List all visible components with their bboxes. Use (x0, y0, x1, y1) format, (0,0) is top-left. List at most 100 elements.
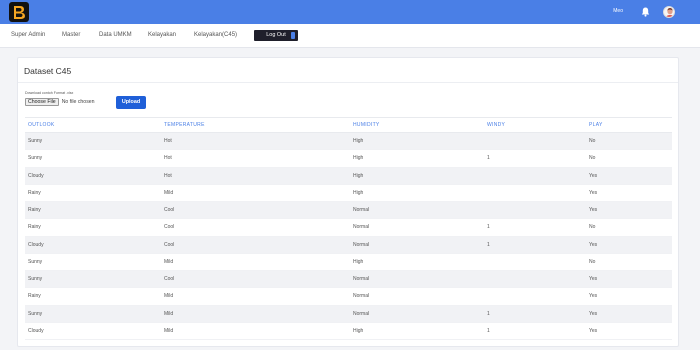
cell-windy: 1 (484, 236, 586, 254)
cell-temperature: Hot (161, 132, 350, 151)
table-row: Sunny Mild High No (25, 253, 672, 272)
cell-humidity: Normal (350, 305, 484, 323)
cell-outlook: Rainy (25, 201, 161, 220)
cell-temperature: Mild (161, 322, 350, 341)
table-row: Rainy Mild Normal Yes (25, 287, 672, 306)
cell-play: No (586, 132, 672, 151)
table-row: Cloudy Cool Normal 1 Yes (25, 236, 672, 254)
cell-temperature: Cool (161, 218, 350, 237)
cell-play: Yes (586, 270, 672, 289)
column-header-temperature: TEMPERATURE (161, 117, 350, 133)
dataset-table: OUTLOOK TEMPERATURE HUMIDITY WINDY PLAY … (25, 117, 672, 341)
cell-play: Yes (586, 201, 672, 220)
logout-label: Log Out (266, 32, 286, 38)
cell-humidity: High (350, 184, 484, 203)
nav-item-master[interactable]: Master (62, 32, 80, 38)
cell-outlook: Rainy (25, 287, 161, 306)
choose-file-button[interactable]: Choose File (25, 98, 59, 106)
cell-windy (484, 184, 586, 203)
nav-item-super-admin[interactable]: Super Admin (11, 32, 45, 38)
cell-outlook: Sunny (25, 132, 161, 151)
table-row: Cloudy Hot High Yes (25, 167, 672, 185)
cell-temperature: Cool (161, 201, 350, 220)
cell-humidity: Normal (350, 236, 484, 254)
cell-temperature: Cool (161, 270, 350, 289)
table-row: Cloudy Mild High 1 Yes (25, 322, 672, 341)
cell-windy (484, 132, 586, 151)
cell-play: No (586, 253, 672, 272)
cell-play: Yes (586, 287, 672, 306)
cell-windy (484, 287, 586, 306)
cell-outlook: Cloudy (25, 167, 161, 185)
cell-windy: 1 (484, 322, 586, 341)
cell-temperature: Mild (161, 253, 350, 272)
table-row: Rainy Cool Normal Yes (25, 201, 672, 220)
download-format-link[interactable]: Download contoh Format .xlsx (25, 91, 73, 95)
cell-play: Yes (586, 236, 672, 254)
cell-windy: 1 (484, 305, 586, 323)
cell-temperature: Mild (161, 184, 350, 203)
avatar-icon (665, 8, 674, 17)
table-row: Sunny Mild Normal 1 Yes (25, 305, 672, 323)
cell-play: Yes (586, 184, 672, 203)
cell-outlook: Sunny (25, 270, 161, 289)
cell-temperature: Cool (161, 236, 350, 254)
cell-outlook: Cloudy (25, 322, 161, 341)
cell-outlook: Sunny (25, 149, 161, 168)
cell-windy: 1 (484, 149, 586, 168)
top-bar: Meo (0, 0, 700, 24)
app-logo[interactable] (9, 2, 29, 22)
cell-humidity: High (350, 322, 484, 341)
cell-outlook: Sunny (25, 305, 161, 323)
user-avatar[interactable] (663, 6, 675, 18)
cell-humidity: High (350, 167, 484, 185)
cell-windy (484, 167, 586, 185)
cell-outlook: Sunny (25, 253, 161, 272)
cell-windy (484, 201, 586, 220)
column-header-windy: WINDY (484, 117, 586, 133)
table-row: Sunny Hot High 1 No (25, 149, 672, 168)
cell-play: Yes (586, 305, 672, 323)
nav-item-kelayakan[interactable]: Kelayakan (148, 32, 176, 38)
logout-button[interactable]: Log Out (254, 30, 298, 41)
table-row: Sunny Hot High No (25, 132, 672, 151)
cell-humidity: Normal (350, 201, 484, 220)
table-row: Sunny Cool Normal Yes (25, 270, 672, 289)
cell-windy: 1 (484, 218, 586, 237)
cell-play: Yes (586, 167, 672, 185)
cell-temperature: Mild (161, 305, 350, 323)
card-divider (18, 82, 678, 83)
logout-indicator-icon (291, 32, 295, 39)
cell-play: No (586, 149, 672, 168)
cell-humidity: Normal (350, 287, 484, 306)
cell-windy (484, 253, 586, 272)
nav-item-data-umkm[interactable]: Data UMKM (99, 32, 132, 38)
table-row: Rainy Cool Normal 1 No (25, 218, 672, 237)
nav-item-kelayakan-c45[interactable]: Kelayakan(C45) (194, 32, 237, 38)
cell-outlook: Rainy (25, 184, 161, 203)
logo-mark-icon (14, 6, 25, 19)
cell-play: Yes (586, 322, 672, 341)
cell-play: No (586, 218, 672, 237)
cell-temperature: Mild (161, 287, 350, 306)
file-input[interactable]: Choose File No file chosen (25, 98, 95, 106)
dataset-card: Dataset C45 Download contoh Format .xlsx… (17, 57, 679, 347)
column-header-humidity: HUMIDITY (350, 117, 484, 133)
cell-windy (484, 270, 586, 289)
cell-humidity: High (350, 149, 484, 168)
cell-outlook: Cloudy (25, 236, 161, 254)
cell-humidity: High (350, 132, 484, 151)
page-title: Dataset C45 (24, 66, 72, 76)
user-name[interactable]: Meo (613, 8, 623, 14)
table-row: Rainy Mild High Yes (25, 184, 672, 203)
upload-button[interactable]: Upload (116, 96, 146, 109)
bell-icon[interactable] (641, 7, 650, 17)
file-status: No file chosen (61, 99, 95, 105)
cell-temperature: Hot (161, 149, 350, 168)
column-header-play: PLAY (586, 117, 672, 133)
cell-outlook: Rainy (25, 218, 161, 237)
main-nav: Super Admin Master Data UMKM Kelayakan K… (0, 24, 700, 48)
cell-temperature: Hot (161, 167, 350, 185)
column-header-outlook: OUTLOOK (25, 117, 161, 133)
cell-humidity: High (350, 253, 484, 272)
